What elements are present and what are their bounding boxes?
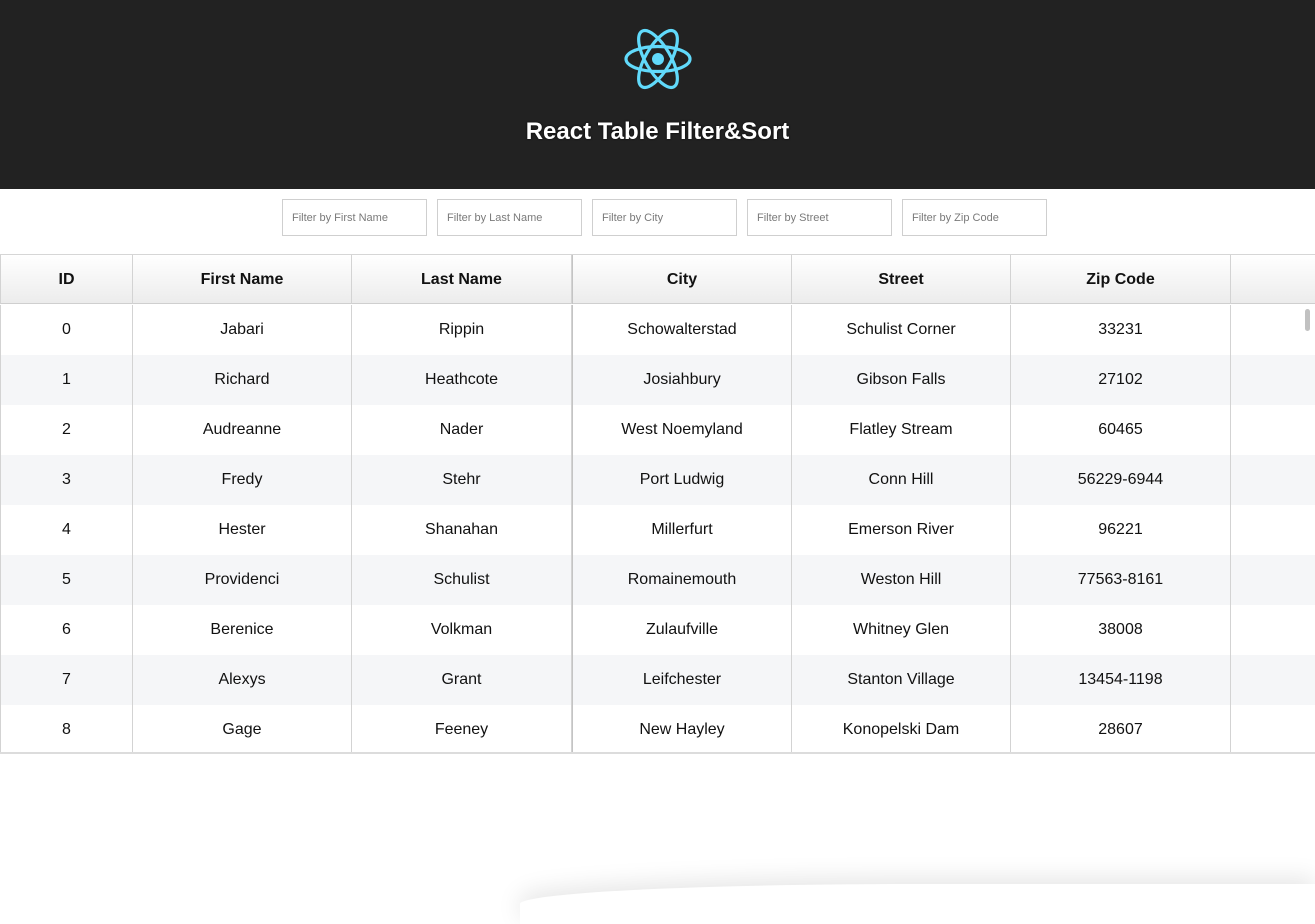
cell-last-name: Volkman <box>352 605 572 655</box>
cell-empty <box>1231 405 1315 455</box>
cell-id: 2 <box>0 405 133 455</box>
cell-first-name: Fredy <box>133 455 352 505</box>
cell-city: Zulaufville <box>572 605 792 655</box>
cell-first-name: Hester <box>133 505 352 555</box>
column-header-zip-code[interactable]: Zip Code <box>1011 255 1231 304</box>
table-row[interactable]: 8 Gage Feeney New Hayley Konopelski Dam … <box>0 705 1315 752</box>
cell-last-name: Schulist <box>352 555 572 605</box>
column-header-street[interactable]: Street <box>792 255 1011 304</box>
table-header-row: ID First Name Last Name City Street Zip … <box>0 255 1315 304</box>
cell-zip-code: 38008 <box>1011 605 1231 655</box>
table-row[interactable]: 3 Fredy Stehr Port Ludwig Conn Hill 5622… <box>0 455 1315 505</box>
cell-last-name: Feeney <box>352 705 572 752</box>
cell-first-name: Gage <box>133 705 352 752</box>
table-row[interactable]: 2 Audreanne Nader West Noemyland Flatley… <box>0 405 1315 455</box>
cell-street: Flatley Stream <box>792 405 1011 455</box>
table-row[interactable]: 7 Alexys Grant Leifchester Stanton Villa… <box>0 655 1315 705</box>
cell-city: Josiahbury <box>572 355 792 405</box>
cell-street: Conn Hill <box>792 455 1011 505</box>
cell-city: Millerfurt <box>572 505 792 555</box>
cell-zip-code: 60465 <box>1011 405 1231 455</box>
cell-id: 1 <box>0 355 133 405</box>
cell-city: Schowalterstad <box>572 305 792 355</box>
cell-street: Schulist Corner <box>792 305 1011 355</box>
cell-street: Konopelski Dam <box>792 705 1011 752</box>
cell-empty <box>1231 355 1315 405</box>
cell-zip-code: 56229-6944 <box>1011 455 1231 505</box>
react-atom-icon <box>624 28 692 90</box>
cell-first-name: Audreanne <box>133 405 352 455</box>
bottom-shadow <box>520 884 1315 924</box>
cell-zip-code: 77563-8161 <box>1011 555 1231 605</box>
table-scrollbar-thumb[interactable] <box>1305 309 1310 331</box>
cell-id: 7 <box>0 655 133 705</box>
column-header-last-name[interactable]: Last Name <box>352 255 572 304</box>
last-name-filter-input[interactable] <box>437 199 582 236</box>
table-body[interactable]: 0 Jabari Rippin Schowalterstad Schulist … <box>0 305 1315 752</box>
cell-id: 0 <box>0 305 133 355</box>
app-header: React Table Filter&Sort <box>0 0 1315 189</box>
table-row[interactable]: 4 Hester Shanahan Millerfurt Emerson Riv… <box>0 505 1315 555</box>
cell-last-name: Grant <box>352 655 572 705</box>
cell-zip-code: 27102 <box>1011 355 1231 405</box>
cell-zip-code: 13454-1198 <box>1011 655 1231 705</box>
cell-first-name: Providenci <box>133 555 352 605</box>
city-filter-input[interactable] <box>592 199 737 236</box>
cell-id: 5 <box>0 555 133 605</box>
cell-last-name: Rippin <box>352 305 572 355</box>
cell-id: 8 <box>0 705 133 752</box>
cell-city: New Hayley <box>572 705 792 752</box>
cell-street: Stanton Village <box>792 655 1011 705</box>
cell-zip-code: 96221 <box>1011 505 1231 555</box>
data-table: ID First Name Last Name City Street Zip … <box>0 254 1315 754</box>
column-header-first-name[interactable]: First Name <box>133 255 352 304</box>
page-title: React Table Filter&Sort <box>525 118 790 145</box>
cell-empty <box>1231 555 1315 605</box>
cell-empty <box>1231 705 1315 752</box>
cell-id: 3 <box>0 455 133 505</box>
column-header-id[interactable]: ID <box>0 255 133 304</box>
cell-street: Weston Hill <box>792 555 1011 605</box>
first-name-filter-input[interactable] <box>282 199 427 236</box>
cell-street: Emerson River <box>792 505 1011 555</box>
cell-zip-code: 33231 <box>1011 305 1231 355</box>
cell-city: West Noemyland <box>572 405 792 455</box>
zip-code-filter-input[interactable] <box>902 199 1047 236</box>
filter-bar <box>282 199 1047 236</box>
table-row[interactable]: 1 Richard Heathcote Josiahbury Gibson Fa… <box>0 355 1315 405</box>
table-row[interactable]: 6 Berenice Volkman Zulaufville Whitney G… <box>0 605 1315 655</box>
column-header-city[interactable]: City <box>572 255 792 304</box>
cell-first-name: Berenice <box>133 605 352 655</box>
cell-first-name: Jabari <box>133 305 352 355</box>
column-header-spacer <box>1231 255 1315 304</box>
cell-last-name: Heathcote <box>352 355 572 405</box>
cell-empty <box>1231 505 1315 555</box>
cell-zip-code: 28607 <box>1011 705 1231 752</box>
street-filter-input[interactable] <box>747 199 892 236</box>
table-row[interactable]: 5 Providenci Schulist Romainemouth Westo… <box>0 555 1315 605</box>
cell-empty <box>1231 605 1315 655</box>
cell-city: Romainemouth <box>572 555 792 605</box>
cell-first-name: Richard <box>133 355 352 405</box>
cell-street: Whitney Glen <box>792 605 1011 655</box>
cell-last-name: Shanahan <box>352 505 572 555</box>
cell-city: Leifchester <box>572 655 792 705</box>
cell-empty <box>1231 455 1315 505</box>
table-row[interactable]: 0 Jabari Rippin Schowalterstad Schulist … <box>0 305 1315 355</box>
cell-street: Gibson Falls <box>792 355 1011 405</box>
cell-id: 4 <box>0 505 133 555</box>
cell-empty <box>1231 305 1315 355</box>
cell-empty <box>1231 655 1315 705</box>
cell-city: Port Ludwig <box>572 455 792 505</box>
cell-last-name: Nader <box>352 405 572 455</box>
cell-first-name: Alexys <box>133 655 352 705</box>
cell-last-name: Stehr <box>352 455 572 505</box>
cell-id: 6 <box>0 605 133 655</box>
